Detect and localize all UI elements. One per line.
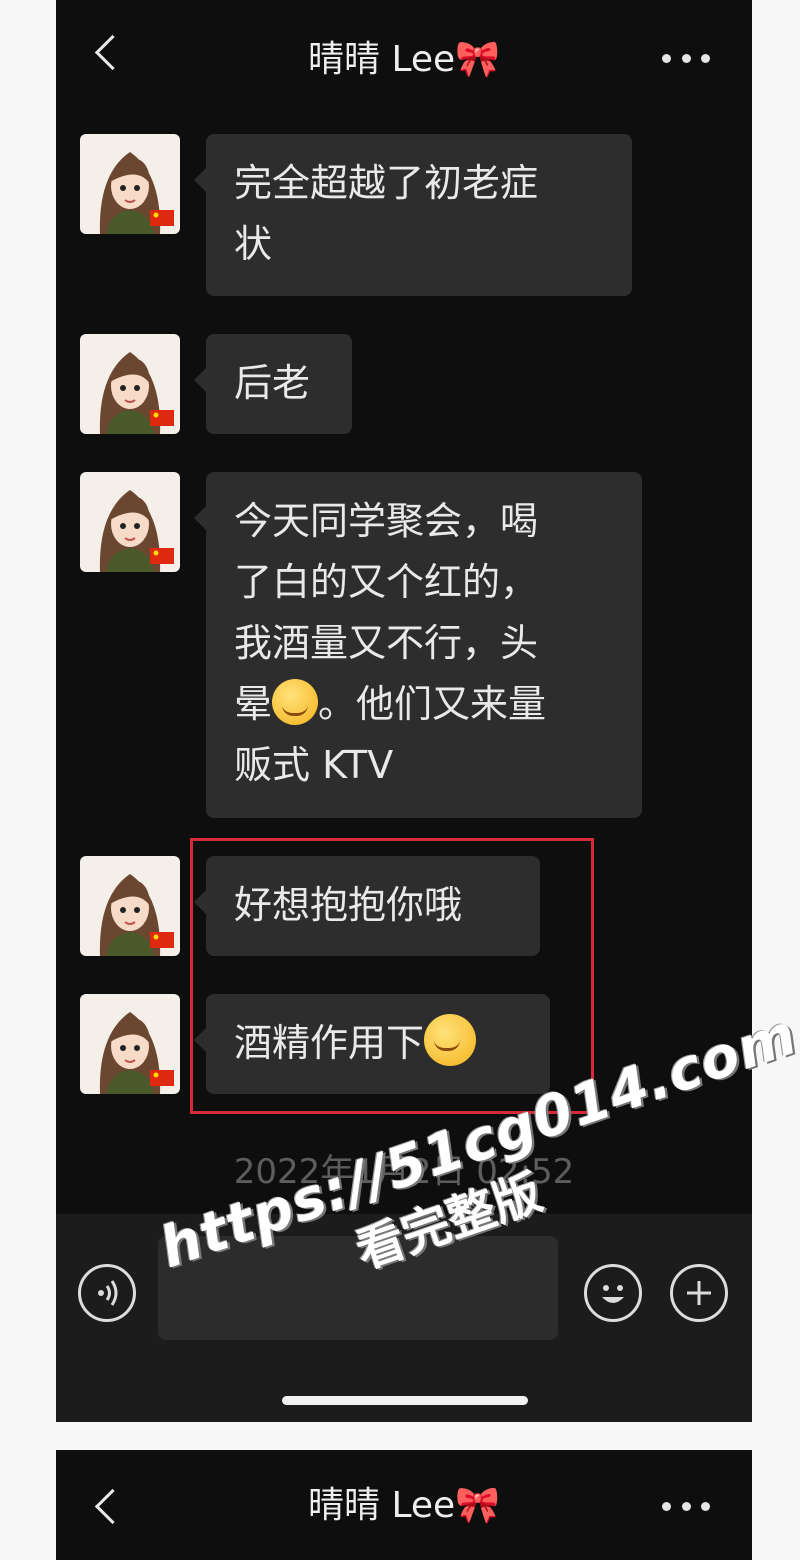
plus-icon[interactable]: [670, 1264, 728, 1322]
second-chat-title: 晴晴 Lee🎀: [308, 1485, 500, 1526]
message-bubble: 后老: [194, 334, 352, 434]
message-input[interactable]: [158, 1236, 558, 1340]
contact-avatar[interactable]: [80, 134, 180, 234]
second-top-bar: 晴晴 Lee🎀: [56, 1450, 752, 1560]
more-options-icon[interactable]: [662, 54, 710, 64]
red-highlight-box: [190, 838, 594, 1114]
add-icon: [687, 1281, 711, 1305]
smiley-icon: [602, 1285, 624, 1303]
contact-avatar[interactable]: [80, 472, 180, 572]
emoji-face-icon[interactable]: [584, 1264, 642, 1322]
chat-screen: 晴晴 Lee🎀 完全超越了初老症 状 后老 今天同学聚会，喝 了白的又个红的， …: [56, 0, 752, 1422]
voice-input-icon[interactable]: [78, 1264, 136, 1322]
message-timestamp: 2022年1月2日 02:52: [233, 1152, 575, 1192]
contact-avatar[interactable]: [80, 856, 180, 956]
second-chat-screen: 晴晴 Lee🎀: [56, 1450, 752, 1560]
contact-avatar[interactable]: [80, 994, 180, 1094]
input-bar: [56, 1214, 752, 1422]
message-bubble: 完全超越了初老症 状: [194, 134, 632, 296]
message-bubble: 今天同学聚会，喝 了白的又个红的， 我酒量又不行，头 晕。他们又来量 贩式 KT…: [194, 472, 642, 818]
chat-title: 晴晴 Lee🎀: [308, 39, 500, 80]
more-options-icon[interactable]: [662, 1502, 710, 1512]
home-indicator: [282, 1396, 528, 1405]
top-bar: 晴晴 Lee🎀: [56, 0, 752, 116]
dizzy-face-emoji-icon: [272, 679, 319, 725]
sound-wave-icon: [98, 1280, 118, 1306]
contact-avatar[interactable]: [80, 334, 180, 434]
